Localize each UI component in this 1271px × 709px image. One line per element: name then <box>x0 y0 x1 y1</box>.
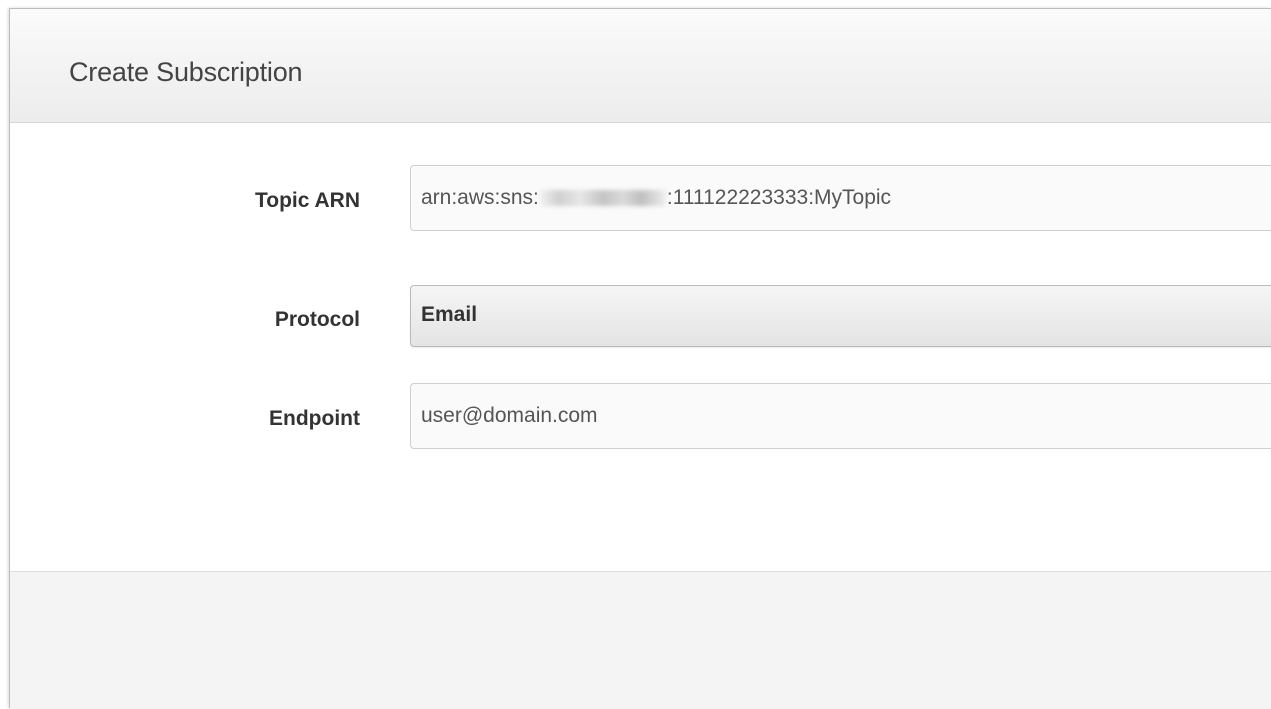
topic-arn-label: Topic ARN <box>255 189 360 212</box>
dialog-header: Create Subscription <box>10 9 1271 123</box>
protocol-label: Protocol <box>274 308 360 331</box>
topic-arn-prefix: arn:aws:sns: <box>421 186 539 209</box>
topic-arn-field[interactable]: arn:aws:sns: :111122223333:MyTopic <box>410 165 1271 231</box>
backdrop-obscured-text <box>0 0 320 8</box>
dialog-footer <box>10 571 1271 709</box>
endpoint-input[interactable]: user@domain.com <box>410 383 1271 449</box>
redacted-region-blur <box>539 190 666 207</box>
dialog-title: Create Subscription <box>69 57 303 87</box>
endpoint-label: Endpoint <box>269 407 360 430</box>
create-subscription-dialog: Create Subscription Topic ARN arn:aws:sn… <box>9 8 1271 709</box>
protocol-select[interactable]: Email <box>410 285 1271 347</box>
topic-arn-suffix: :111122223333:MyTopic <box>666 186 892 209</box>
